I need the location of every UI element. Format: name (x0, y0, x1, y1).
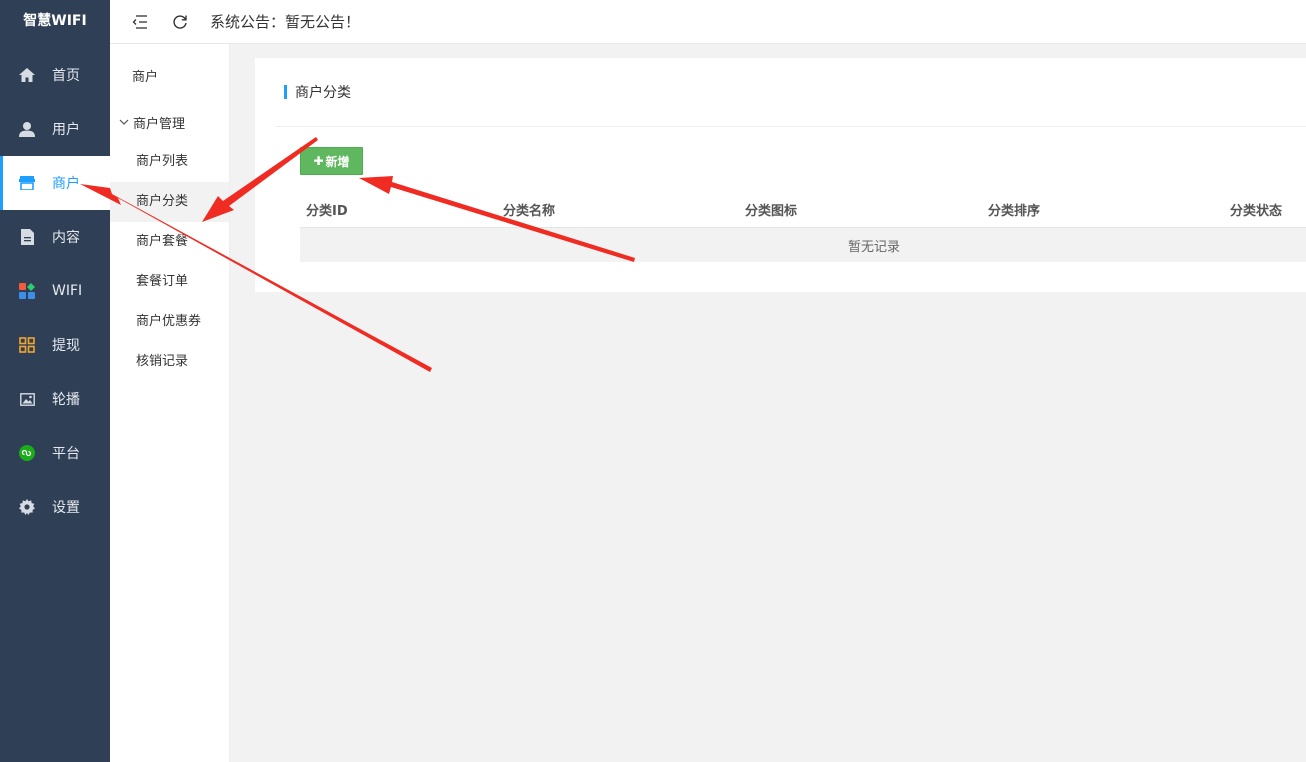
column-header-icon[interactable]: 分类图标 (739, 200, 982, 219)
subnav-item-merchant-list[interactable]: 商户列表 (110, 142, 229, 182)
sidebar-item-home[interactable]: 首页 (0, 48, 110, 102)
subnav-title: 商户 (132, 70, 159, 85)
add-button[interactable]: ✚ 新增 (300, 147, 363, 175)
subnav-item-merchant-coupons[interactable]: 商户优惠券 (110, 302, 229, 342)
sidebar-item-label: 首页 (52, 68, 80, 84)
refresh-icon[interactable] (170, 12, 190, 32)
gear-icon (18, 498, 36, 516)
sidebar-item-label: WIFI (52, 283, 83, 299)
top-bar: 系统公告：暂无公告！ (110, 0, 1306, 44)
home-icon (18, 66, 36, 84)
brand-logo: 智慧WIFI (23, 13, 87, 29)
app-root: 智慧WIFI 首页 用户 商户 内容 WIFI 提现 轮播 平台 设置 系统公告… (0, 0, 1306, 762)
subnav-item-redemption-records[interactable]: 核销记录 (110, 342, 229, 382)
card-header: 商户分类 (275, 58, 1306, 127)
sidebar-item-withdraw[interactable]: 提现 (0, 318, 110, 372)
subnav-item-package-orders[interactable]: 套餐订单 (110, 262, 229, 302)
add-button-label: 新增 (325, 154, 350, 169)
apps-icon (18, 282, 36, 300)
subnav-item-merchant-category[interactable]: 商户分类 (110, 182, 229, 222)
subnav-group-label: 商户管理 (133, 116, 186, 132)
sidebar-item-carousel[interactable]: 轮播 (0, 372, 110, 426)
sidebar-item-label: 设置 (52, 500, 80, 516)
sidebar-item-content[interactable]: 内容 (0, 210, 110, 264)
sidebar-item-label: 平台 (52, 446, 80, 462)
page-title: 商户分类 (295, 85, 351, 101)
menu-toggle-icon[interactable] (130, 12, 150, 32)
document-icon (18, 228, 36, 246)
empty-row: 暂无记录 (300, 228, 1306, 262)
category-table: 分类ID 分类名称 分类图标 分类排序 分类状态 暂无记录 (300, 192, 1306, 262)
main-nav: 首页 用户 商户 内容 WIFI 提现 轮播 平台 设置 (0, 48, 110, 534)
mini-program-icon (18, 444, 36, 462)
column-header-status[interactable]: 分类状态 (1224, 200, 1306, 219)
grid-icon (18, 336, 36, 354)
image-icon (18, 390, 36, 408)
sidebar-item-settings[interactable]: 设置 (0, 480, 110, 534)
sidebar-item-platform[interactable]: 平台 (0, 426, 110, 480)
table-header: 分类ID 分类名称 分类图标 分类排序 分类状态 (300, 192, 1306, 228)
sidebar-item-label: 用户 (52, 122, 80, 138)
secondary-sidebar: 商户 商户管理 商户列表 商户分类 商户套餐 套餐订单 商户优惠券 核销记录 (110, 44, 230, 762)
system-notice: 系统公告：暂无公告！ (210, 13, 361, 31)
sidebar-item-merchant[interactable]: 商户 (0, 156, 110, 210)
column-header-id[interactable]: 分类ID (300, 200, 497, 219)
sidebar-item-label: 商户 (52, 176, 80, 192)
column-header-sort[interactable]: 分类排序 (982, 200, 1224, 219)
sidebar-item-label: 轮播 (52, 392, 80, 408)
content-card: 商户分类 ✚ 新增 分类ID 分类名称 分类图标 分类排序 分类状态 暂无记录 (255, 58, 1306, 292)
main-sidebar: 智慧WIFI 首页 用户 商户 内容 WIFI 提现 轮播 平台 设置 (0, 0, 110, 762)
empty-text: 暂无记录 (848, 239, 901, 255)
store-icon (18, 174, 36, 192)
sidebar-item-label: 内容 (52, 230, 80, 246)
column-header-name[interactable]: 分类名称 (497, 200, 739, 219)
plus-icon: ✚ (313, 154, 324, 168)
subnav-item-merchant-package[interactable]: 商户套餐 (110, 222, 229, 262)
sidebar-item-wifi[interactable]: WIFI (0, 264, 110, 318)
chevron-down-icon (119, 119, 129, 125)
subnav-group-merchant-management[interactable]: 商户管理 (110, 102, 229, 142)
sidebar-item-label: 提现 (52, 338, 80, 354)
user-icon (18, 120, 36, 138)
sidebar-item-users[interactable]: 用户 (0, 102, 110, 156)
title-accent-bar (284, 85, 287, 99)
